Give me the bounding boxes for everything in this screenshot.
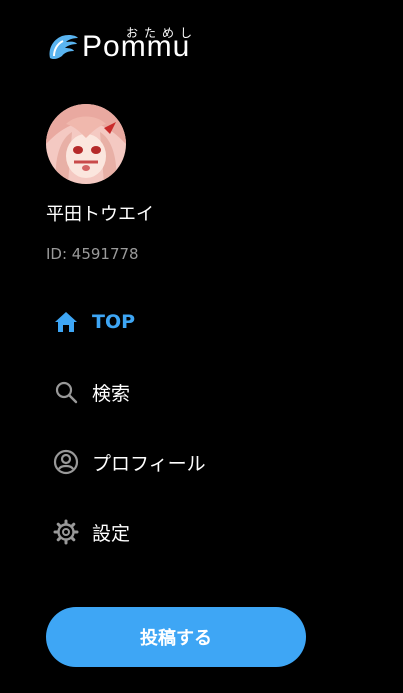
nav-item-settings[interactable]: 設定 xyxy=(46,510,326,554)
nav-label-profile: プロフィール xyxy=(92,452,206,475)
gear-icon xyxy=(52,518,80,546)
pommu-logo[interactable]: おためし Pommu xyxy=(46,22,196,66)
nav-label-settings: 設定 xyxy=(92,522,131,545)
profile-icon xyxy=(52,448,80,476)
logo-wordmark: Pommu xyxy=(82,30,191,63)
nav-label-search: 検索 xyxy=(92,382,131,405)
wing-icon xyxy=(49,34,78,60)
nav-label-top: TOP xyxy=(92,311,136,333)
user-id: ID: 4591778 xyxy=(46,245,139,263)
nav-item-profile[interactable]: プロフィール xyxy=(46,440,326,484)
sidebar: おためし Pommu 平田トウエイ ID: 4591778 TOP 検索 プロフ… xyxy=(0,0,403,693)
nav-item-search[interactable]: 検索 xyxy=(46,370,326,414)
username: 平田トウエイ xyxy=(46,204,154,225)
post-button[interactable]: 投稿する xyxy=(46,607,306,667)
avatar-image xyxy=(46,104,126,184)
nav-item-top[interactable]: TOP xyxy=(46,300,326,344)
home-icon xyxy=(52,308,80,336)
search-icon xyxy=(52,378,80,406)
avatar[interactable] xyxy=(46,104,126,184)
